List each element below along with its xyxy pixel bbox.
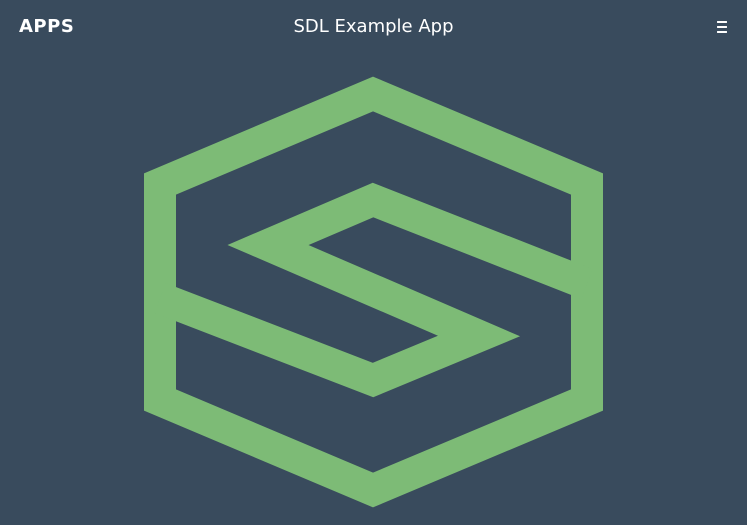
sdl-logo-icon — [144, 76, 603, 508]
app-screen: APPS SDL Example App — [0, 0, 747, 525]
logo-s-top — [154, 182, 593, 398]
